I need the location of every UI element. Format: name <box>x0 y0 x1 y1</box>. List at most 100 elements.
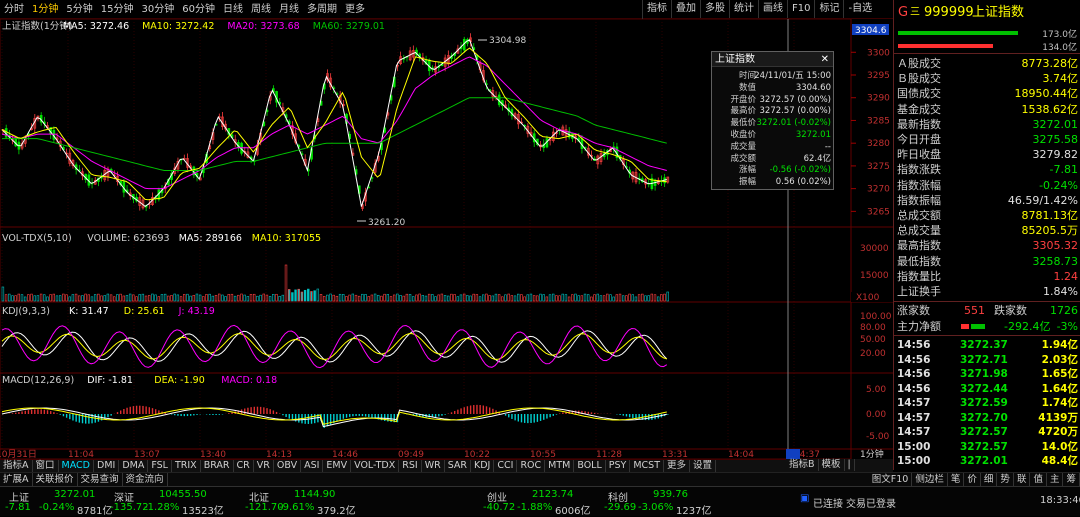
indicator-tab-7[interactable]: BRAR <box>201 460 234 472</box>
period-tab-5[interactable]: 60分钟 <box>178 0 219 19</box>
side-button-2[interactable]: 笔 <box>948 473 965 486</box>
indicator-tab-12[interactable]: EMV <box>323 460 352 472</box>
info-row: 涨幅 -0.56 (-0.02%) <box>712 165 833 177</box>
volume-bar <box>345 296 348 302</box>
period-tab-9[interactable]: 多周期 <box>303 0 341 19</box>
function-tab-1[interactable]: 关联报价 <box>33 473 78 486</box>
info-row: 成交额 62.4亿 <box>712 154 833 166</box>
info-row-key: 数值 <box>738 82 756 93</box>
ticker-pct: -9.61% <box>279 502 315 513</box>
indicator-tab-3[interactable]: DMI <box>94 460 120 472</box>
volume-bar <box>202 296 205 302</box>
indicator-tab-9[interactable]: VR <box>254 460 274 472</box>
volume-bar <box>351 293 355 302</box>
period-tab-2[interactable]: 5分钟 <box>62 0 96 19</box>
side-button-6[interactable]: 联 <box>1014 473 1031 486</box>
volume-bar <box>36 295 40 302</box>
period-tab-3[interactable]: 15分钟 <box>97 0 138 19</box>
indicator-tab-15[interactable]: WR <box>422 460 445 472</box>
volume-bar <box>128 293 132 302</box>
tool-button-1[interactable]: 叠加 <box>671 0 700 18</box>
time-tick: 14:13 <box>266 450 292 459</box>
tool-button-2[interactable]: 多股 <box>700 0 729 18</box>
tick-row: 15:00 3272.01 48.4亿 <box>894 454 1080 469</box>
tool-button-4[interactable]: 画线 <box>758 0 787 18</box>
volume-bar <box>252 293 256 302</box>
indicator-tab-11[interactable]: ASI <box>301 460 324 472</box>
tool-button-0[interactable]: 指标 <box>642 0 671 18</box>
tool-button-7[interactable]: -自选 <box>843 0 876 18</box>
tick-amount: 1.65亿 <box>1041 368 1078 380</box>
volume-bar <box>52 293 55 302</box>
indicator-tab-5[interactable]: FSL <box>148 460 172 472</box>
side-button-8[interactable]: 主 <box>1047 473 1064 486</box>
function-tab-3[interactable]: 资金流向 <box>123 473 168 486</box>
volume-bar <box>43 294 46 302</box>
indicator-right-tab-0[interactable]: 指标B <box>786 459 819 471</box>
period-tab-7[interactable]: 周线 <box>247 0 275 19</box>
period-tab-8[interactable]: 月线 <box>275 0 303 19</box>
chart-tool-buttons: 指标叠加多股统计画线F10标记-自选返回 <box>642 0 893 36</box>
vol-tick: 15000 <box>860 271 889 281</box>
indicator-tab-13[interactable]: VOL-TDX <box>351 460 400 472</box>
close-icon[interactable]: ✕ <box>821 52 829 67</box>
volume-bar <box>300 291 304 302</box>
tool-button-6[interactable]: 标记 <box>814 0 843 18</box>
volume-bar <box>520 294 523 302</box>
volume-bar <box>501 296 504 302</box>
time-tick: 14:04 <box>728 450 754 459</box>
indicator-tab-24[interactable]: 更多 <box>664 460 691 472</box>
indicator-tab-20[interactable]: MTM <box>545 460 575 472</box>
volume-bar <box>87 294 90 302</box>
period-tab-1[interactable]: 1分钟 <box>28 0 62 19</box>
indicator-right-tab-2[interactable]: | <box>845 459 855 471</box>
side-button-9[interactable]: 筹 <box>1063 473 1080 486</box>
indicator-tab-22[interactable]: PSY <box>606 460 631 472</box>
volume-bar <box>602 295 606 302</box>
function-tab-0[interactable]: 扩展A <box>0 473 33 486</box>
period-tab-10[interactable]: 更多 <box>341 0 369 19</box>
indicator-tab-14[interactable]: RSI <box>399 460 422 472</box>
data-info-window[interactable]: 上证指数 ✕ 时间 24/11/01/五 15:00 数值 3304.60 开盘价 3272… <box>711 51 834 190</box>
indicator-tab-25[interactable]: 设置 <box>690 460 717 472</box>
menu-icon[interactable]: 三 <box>910 4 920 21</box>
macd-tick: 0.00 <box>866 410 886 420</box>
indicator-tab-0[interactable]: 指标A <box>0 460 33 472</box>
function-tab-2[interactable]: 交易查询 <box>78 473 123 486</box>
indicator-tab-23[interactable]: MCST <box>630 460 665 472</box>
volume-bar <box>574 293 577 302</box>
side-button-1[interactable]: 侧边栏 <box>912 473 948 486</box>
indicator-tab-4[interactable]: DMA <box>119 460 149 472</box>
tool-button-5[interactable]: F10 <box>787 0 814 18</box>
indicator-tab-1[interactable]: 窗口 <box>33 460 59 472</box>
indicator-tab-8[interactable]: CR <box>234 460 254 472</box>
volume-bar <box>354 294 358 302</box>
side-button-7[interactable]: 值 <box>1030 473 1047 486</box>
indicator-tab-17[interactable]: KDJ <box>471 460 495 472</box>
side-button-5[interactable]: 势 <box>997 473 1014 486</box>
indicator-tab-16[interactable]: SAR <box>445 460 471 472</box>
period-tab-6[interactable]: 日线 <box>219 0 247 19</box>
period-tab-0[interactable]: 分时 <box>0 0 28 19</box>
indicator-tab-19[interactable]: ROC <box>517 460 546 472</box>
volume-bar <box>113 296 116 302</box>
side-button-0[interactable]: 图文F10 <box>869 473 913 486</box>
indicator-tab-2[interactable]: MACD <box>59 460 94 472</box>
indicator-tab-10[interactable]: OBV <box>274 460 302 472</box>
period-tab-4[interactable]: 30分钟 <box>137 0 178 19</box>
time-tick: 10月31日 <box>0 449 37 459</box>
indicator-tab-21[interactable]: BOLL <box>574 460 606 472</box>
volume-bar <box>625 295 628 302</box>
indicator-right-tab-1[interactable]: 模板 <box>819 459 845 471</box>
indicator-tab-18[interactable]: CCI <box>494 460 518 472</box>
indicator-tabs: 指标A 窗口 MACD DMI DMA FSL TRIX BRAR CR VR OBV ASI EMV V… <box>0 459 893 472</box>
volume-bar <box>246 296 250 302</box>
tool-button-3[interactable]: 统计 <box>729 0 758 18</box>
side-button-4[interactable]: 细 <box>981 473 998 486</box>
volume-bar <box>243 294 246 302</box>
volume-bar <box>106 293 110 302</box>
volume-bar <box>348 294 351 302</box>
volume-bar <box>555 295 558 302</box>
side-button-3[interactable]: 价 <box>964 473 981 486</box>
indicator-tab-6[interactable]: TRIX <box>172 460 201 472</box>
